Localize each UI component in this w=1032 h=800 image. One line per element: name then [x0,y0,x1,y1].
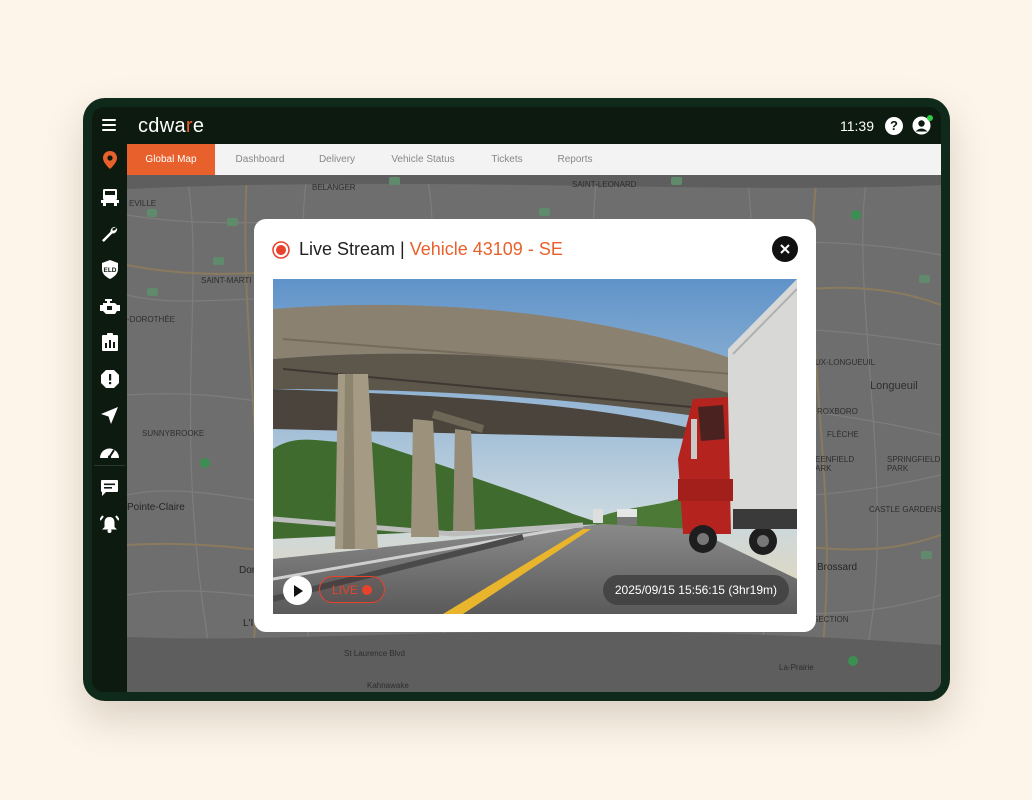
tab-reports[interactable]: Reports [545,144,605,175]
map-label: SUNNYBROOKE [142,429,205,438]
play-button[interactable] [283,576,312,605]
navigation-arrow-icon [101,406,118,424]
svg-text:ELD: ELD [103,267,116,274]
online-status-dot [927,115,933,121]
truck-icon [100,188,119,206]
map-label: Dor [239,565,256,576]
map-label: FLÈCHE [827,430,859,439]
sidebar-divider [94,465,125,466]
sidebar-item-navigation[interactable] [92,402,127,428]
map-label: St Laurence Blvd [344,649,405,658]
engine-icon [99,298,120,314]
map-label: SAINT-LEONARD [572,180,637,189]
tab-delivery[interactable]: Delivery [307,144,367,175]
tab-dashboard[interactable]: Dashboard [220,144,300,175]
live-stream-modal: Live Stream | Vehicle 43109 - SE LIVE 20… [254,219,816,632]
live-badge: LIVE [319,576,385,603]
map-label: L'I [243,618,254,629]
map-label: Longueuil [870,380,918,392]
sidebar-item-maintenance[interactable] [92,220,127,246]
speedometer-icon [100,448,119,459]
sidebar-item-alerts[interactable] [92,366,127,392]
map-label: EENFIELD ARK [815,455,855,473]
message-icon [101,479,118,496]
map-label: CASTLE GARDENS [869,505,941,514]
menu-icon[interactable] [102,119,116,131]
tab-bar: Global Map Dashboard Delivery Vehicle St… [127,144,941,176]
tab-global-map[interactable]: Global Map [127,144,215,175]
sidebar-item-vehicles[interactable] [92,184,127,210]
clipboard-icon [101,333,118,351]
map-label: Kahnawake [367,681,409,690]
close-icon [780,244,790,254]
map-label: SECTION [813,615,849,624]
alert-octagon-icon [100,370,119,388]
live-dot [362,585,372,595]
tab-vehicle-status[interactable]: Vehicle Status [377,144,469,175]
modal-title: Live Stream | Vehicle 43109 - SE [299,239,563,259]
map-label: ROXBORO [817,407,858,416]
sidebar-item-messages[interactable] [92,475,127,501]
play-icon [293,584,303,597]
map-label: BELANGER [312,183,356,192]
map-label: La-Prairie [779,663,814,672]
map-label: EVILLE [129,199,157,208]
wrench-icon [102,226,118,242]
live-label: LIVE [332,583,359,597]
sidebar-item-reports[interactable] [92,329,127,355]
video-player[interactable]: LIVE 2025/09/15 15:56:15 (3hr19m) [273,279,797,614]
close-button[interactable] [772,236,798,262]
sidebar: ELD [92,144,127,692]
eld-shield-icon: ELD [101,259,118,279]
map-label: Brossard [817,562,858,573]
map-label: Pointe-Claire [127,502,185,513]
map-label: -DOROTHÉE [127,315,175,324]
alarm-bell-icon [100,515,119,533]
map-label: SPRINGFIELD PARK [887,455,941,473]
record-icon [272,241,290,259]
app-logo: cdware [138,115,205,137]
sidebar-item-alarms[interactable] [92,511,127,537]
tab-tickets[interactable]: Tickets [479,144,535,175]
sidebar-item-global-map[interactable] [92,147,127,173]
stream-timestamp: 2025/09/15 15:56:15 (3hr19m) [602,575,789,605]
map-label: SAINT-MARTI [201,276,252,285]
sidebar-item-engine[interactable] [92,293,127,319]
map-pin-icon [102,151,117,169]
top-bar: cdware 11:39 ? [92,107,941,144]
clock-time: 11:39 [840,118,874,134]
video-frame [273,279,797,614]
sidebar-item-performance[interactable] [92,439,127,465]
map-label: UX-LONGUEUIL [815,358,876,367]
help-icon[interactable]: ? [885,117,903,135]
sidebar-item-eld[interactable]: ELD [92,256,127,282]
